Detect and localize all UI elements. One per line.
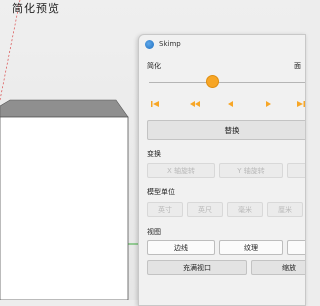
- skip-to-start-icon[interactable]: [147, 98, 163, 110]
- box-front-face: [0, 116, 129, 300]
- edges-button[interactable]: 边线: [147, 240, 215, 255]
- replace-button[interactable]: 替换: [147, 120, 305, 140]
- texture-button[interactable]: 纹理: [219, 240, 283, 255]
- skip-to-end-icon[interactable]: [293, 98, 305, 110]
- view-label: 视图: [147, 228, 161, 236]
- view-option-button[interactable]: [287, 240, 305, 255]
- rotate-y-button[interactable]: Y 轴旋转: [219, 163, 283, 178]
- rotate-x-button[interactable]: X 轴旋转: [147, 163, 215, 178]
- simplify-slider-track[interactable]: [149, 82, 305, 83]
- simplify-label: 简化: [147, 62, 161, 70]
- box-top-face: [0, 99, 129, 118]
- viewport-label: 简化预览: [12, 2, 60, 15]
- transform-label: 变换: [147, 150, 161, 158]
- zoom-button[interactable]: 缩放: [251, 260, 305, 275]
- step-back-icon[interactable]: [223, 98, 239, 110]
- skimp-panel: Skimp 简化 面 替换 变换 X 轴旋转 Y 轴旋转 模型单位 英寸 英尺 …: [138, 34, 306, 306]
- step-forward-icon[interactable]: [260, 98, 276, 110]
- skimp-app-icon: [145, 39, 154, 49]
- rewind-icon[interactable]: [187, 98, 203, 110]
- unit-foot-button[interactable]: 英尺: [187, 202, 223, 217]
- window-title: Skimp: [159, 40, 181, 48]
- faces-label: 面: [294, 62, 301, 70]
- unit-mm-button[interactable]: 毫米: [227, 202, 263, 217]
- unit-cm-button[interactable]: 厘米: [267, 202, 303, 217]
- fill-viewport-button[interactable]: 充满视口: [147, 260, 247, 275]
- simplify-slider-thumb[interactable]: [206, 75, 219, 88]
- unit-inch-button[interactable]: 英寸: [147, 202, 183, 217]
- playback-controls: [139, 98, 305, 110]
- rotate-z-button[interactable]: [287, 163, 305, 178]
- titlebar[interactable]: Skimp: [139, 35, 305, 53]
- model-units-label: 模型单位: [147, 188, 175, 196]
